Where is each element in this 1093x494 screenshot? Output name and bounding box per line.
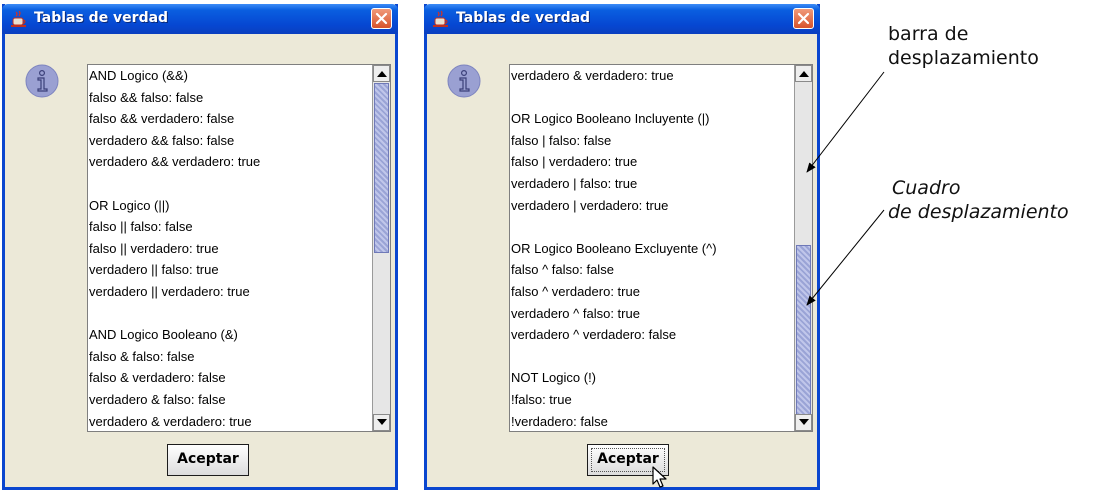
annotation-arrows [806,71,885,306]
scrollbar-arrow [806,71,885,173]
thumb-arrow [806,209,885,306]
